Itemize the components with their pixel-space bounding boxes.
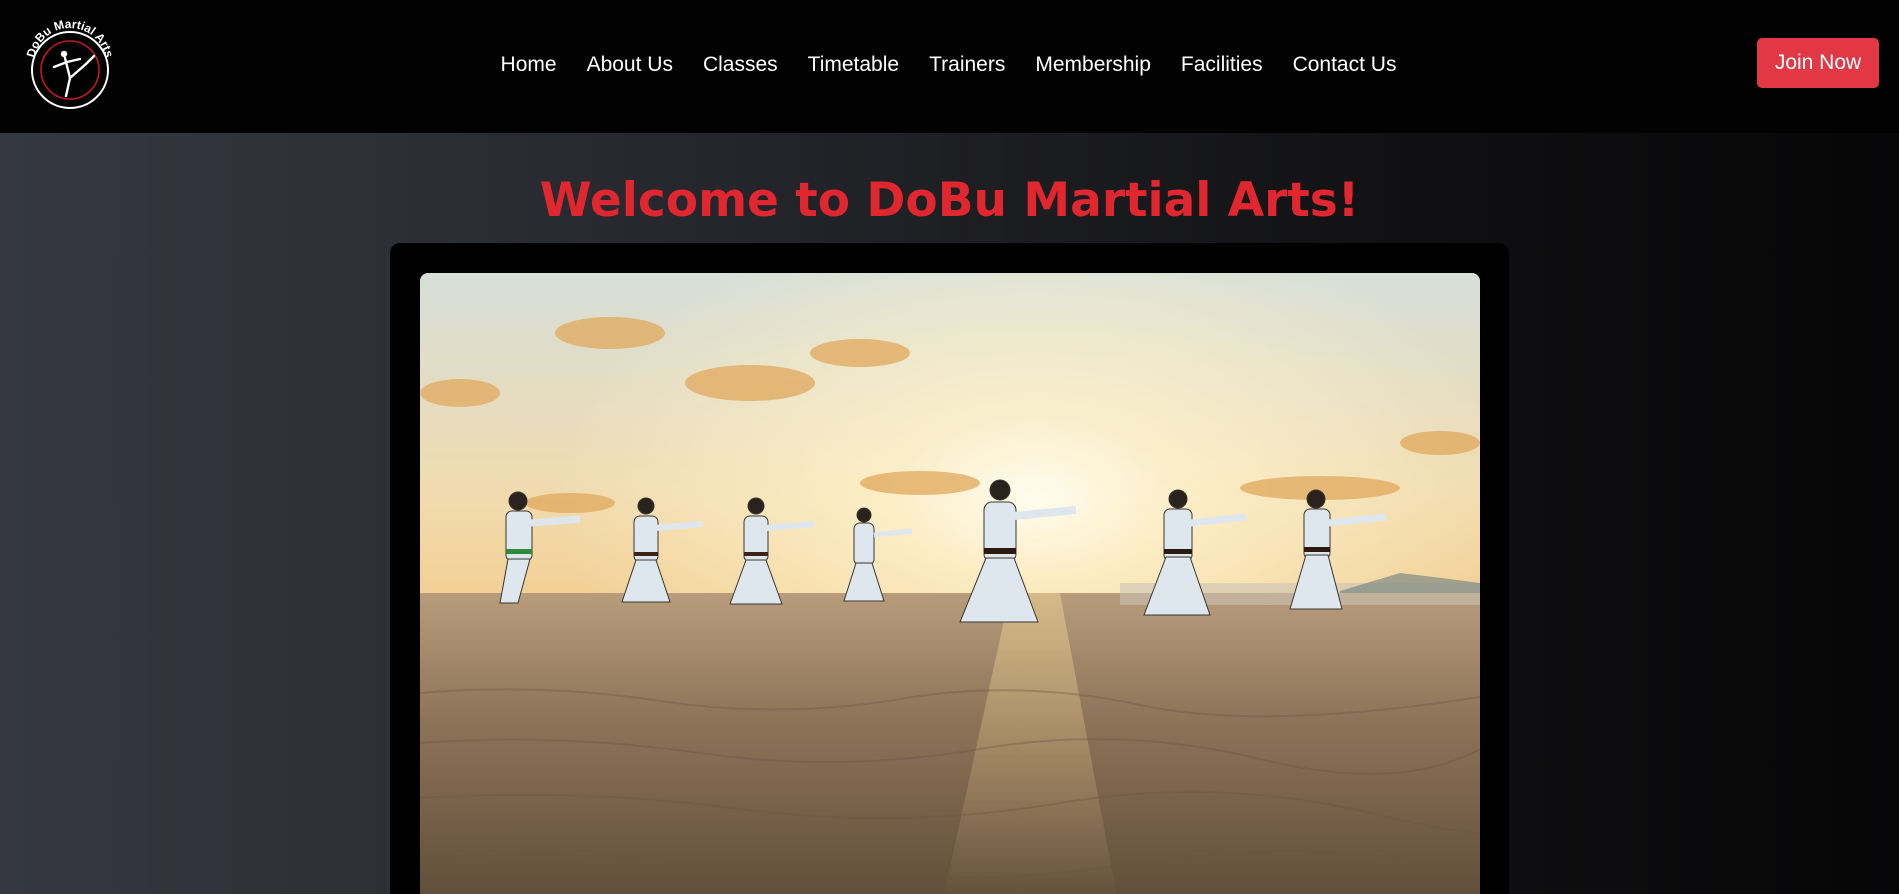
main-nav: Home About Us Classes Timetable Trainers… bbox=[0, 0, 1899, 130]
nav-about-us[interactable]: About Us bbox=[572, 53, 688, 77]
join-now-button[interactable]: Join Now bbox=[1757, 38, 1879, 88]
nav-membership[interactable]: Membership bbox=[1020, 53, 1166, 77]
nav-classes[interactable]: Classes bbox=[688, 53, 793, 77]
nav-timetable[interactable]: Timetable bbox=[793, 53, 914, 77]
page-title: Welcome to DoBu Martial Arts! bbox=[539, 173, 1360, 228]
hero-photo bbox=[420, 273, 1480, 894]
nav-home[interactable]: Home bbox=[486, 53, 572, 77]
nav-contact-us[interactable]: Contact Us bbox=[1278, 53, 1412, 77]
hero-image-frame bbox=[390, 243, 1509, 894]
nav-trainers[interactable]: Trainers bbox=[914, 53, 1020, 77]
hero-section: Welcome to DoBu Martial Arts! bbox=[0, 133, 1899, 894]
site-header: DoBu Martial Arts Home About Us Classes … bbox=[0, 0, 1899, 133]
nav-facilities[interactable]: Facilities bbox=[1166, 53, 1278, 77]
